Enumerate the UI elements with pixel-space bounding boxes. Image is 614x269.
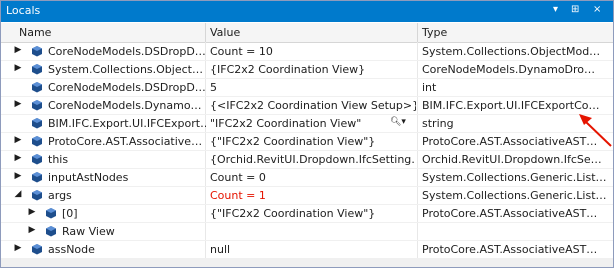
annotation-arrow <box>579 114 612 147</box>
locals-window: Locals ▾ ⊞ × Name Value Type ▶ CoreNodeMo… <box>0 0 614 268</box>
horizontal-scrollbar[interactable] <box>1 259 613 267</box>
